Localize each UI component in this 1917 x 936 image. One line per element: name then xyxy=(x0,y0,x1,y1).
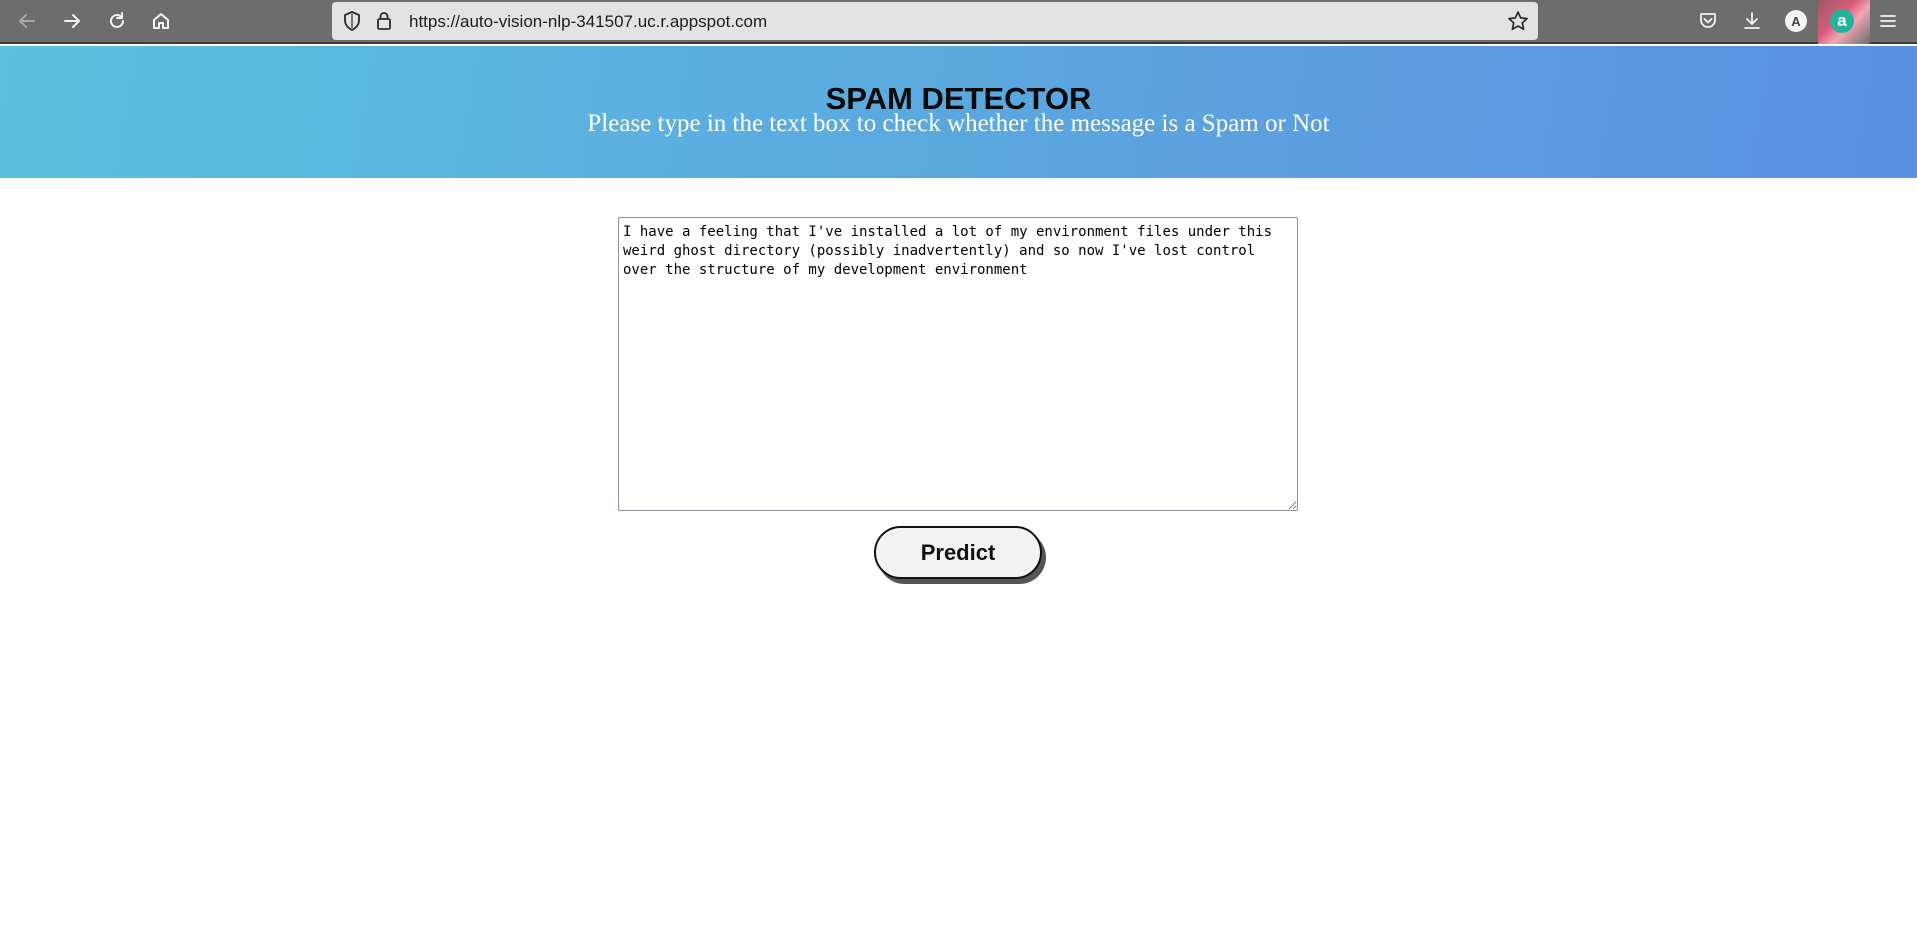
menu-button[interactable] xyxy=(1872,6,1904,36)
browser-toolbar: https://auto-vision-nlp-341507.uc.r.apps… xyxy=(0,0,1917,44)
forward-arrow-icon xyxy=(64,14,80,28)
home-button[interactable] xyxy=(145,6,177,36)
page-header: SPAM DETECTOR Please type in the text bo… xyxy=(0,46,1917,178)
reload-button[interactable] xyxy=(101,6,133,36)
downloads-button[interactable] xyxy=(1736,6,1768,36)
downloads-icon xyxy=(1744,12,1760,29)
bookmark-star-icon[interactable] xyxy=(1507,10,1529,32)
reload-icon xyxy=(110,12,124,28)
pocket-icon xyxy=(1700,13,1716,28)
back-button[interactable] xyxy=(11,6,43,36)
account-avatar[interactable]: A xyxy=(1785,10,1807,32)
extension-icon[interactable]: a xyxy=(1830,9,1854,33)
message-input[interactable]: I have a feeling that I've installed a l… xyxy=(618,217,1298,511)
back-arrow-icon xyxy=(19,14,35,28)
page-subtitle: Please type in the text box to check whe… xyxy=(587,110,1330,137)
predict-button[interactable]: Predict xyxy=(874,526,1042,579)
tracking-protection-shield-icon[interactable] xyxy=(341,10,363,32)
url-bar[interactable]: https://auto-vision-nlp-341507.uc.r.apps… xyxy=(332,2,1538,40)
home-icon xyxy=(153,13,169,29)
hamburger-menu-icon xyxy=(1880,15,1896,27)
lock-icon[interactable] xyxy=(373,10,395,32)
pocket-button[interactable] xyxy=(1692,6,1724,36)
url-text[interactable]: https://auto-vision-nlp-341507.uc.r.apps… xyxy=(409,12,767,32)
forward-button[interactable] xyxy=(56,6,88,36)
